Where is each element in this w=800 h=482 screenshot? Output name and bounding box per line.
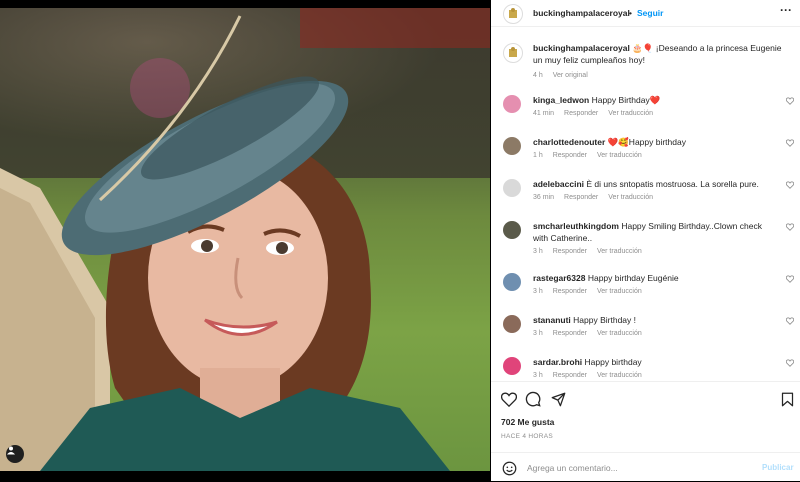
caption-meta: 4 h Ver original [533,71,598,80]
posted-ago: HACE 4 HORAS [501,433,554,440]
comment-username[interactable]: rastegar6328 [533,273,585,283]
comment-avatar[interactable] [503,315,521,333]
comment-text: Happy birthday [584,357,642,367]
comment-row: smcharleuthkingdom Happy Smiling Birthda… [533,220,773,244]
comment-row: stananuti Happy Birthday ! [533,314,773,326]
comment-meta: 36 min Responder Ver traducción [533,193,663,202]
reply-link[interactable]: Responder [553,372,587,379]
comment-time: 3 h [533,288,543,295]
comment-row: charlottedenouter ❤️🥰Happy birthday [533,136,773,148]
crest-icon [509,8,517,18]
reply-link[interactable]: Responder [553,288,587,295]
translate-link[interactable]: Ver traducción [597,248,642,255]
comment-meta: 3 h Responder Ver traducción [533,287,652,296]
comment-like-heart-icon[interactable] [785,181,795,191]
reply-link[interactable]: Responder [553,248,587,255]
save-bookmark-icon[interactable] [778,390,796,408]
comment-input[interactable]: Agrega un comentario... [527,462,618,474]
reply-link[interactable]: Responder [564,194,598,201]
comment-meta: 3 h Responder Ver traducción [533,247,652,256]
comment-like-heart-icon[interactable] [785,139,795,149]
comment-time: 36 min [533,194,555,201]
comment-row: sardar.brohi Happy birthday [533,356,773,368]
comment-time: 41 min [533,110,555,117]
add-comment-bar: Agrega un comentario... Publicar [491,452,800,482]
comment-avatar[interactable] [503,221,521,239]
comment-meta: 41 min Responder Ver traducción [533,109,663,118]
post-header: buckinghampalaceroyal • Seguir ··· [491,0,800,27]
header-username[interactable]: buckinghampalaceroyal [533,7,630,19]
comment-like-heart-icon[interactable] [785,317,795,327]
comment-time: 3 h [533,372,543,379]
comment-time: 3 h [533,330,543,337]
share-send-icon[interactable] [549,390,567,408]
profile-avatar[interactable] [503,4,523,24]
comment-time: 3 h [533,248,543,255]
translate-link[interactable]: Ver traducción [608,110,653,117]
reply-link[interactable]: Responder [553,330,587,337]
comment-row: adelebaccini È di uns sntopatis mostruos… [533,178,773,190]
crest-icon [509,47,517,57]
likes-count[interactable]: 702 Me gusta [501,416,554,428]
comment-text: ❤️🥰Happy birthday [607,137,686,147]
translate-link[interactable]: Ver traducción [597,330,642,337]
comment-time: 1 h [533,152,543,159]
comment-row: rastegar6328 Happy birthday Eugénie [533,272,773,284]
comment-like-heart-icon[interactable] [785,223,795,233]
comment-avatar[interactable] [503,357,521,375]
comment-avatar[interactable] [503,273,521,291]
translate-link[interactable]: Ver traducción [597,152,642,159]
translate-link[interactable]: Ver traducción [608,194,653,201]
comment-text: Happy birthday Eugénie [587,273,679,283]
comment-username[interactable]: adelebaccini [533,179,584,189]
like-heart-icon[interactable] [500,390,518,408]
comment-username[interactable]: sardar.brohi [533,357,582,367]
comment-meta: 3 h Responder Ver traducción [533,329,652,338]
caption-avatar[interactable] [503,43,523,63]
translate-link[interactable]: Ver traducción [597,372,642,379]
emoji-smiley-icon[interactable] [500,459,518,477]
comment-avatar[interactable] [503,95,521,113]
comment-text: È di uns sntopatis mostruosa. La sorella… [586,179,759,189]
comment-avatar[interactable] [503,137,521,155]
comment-text: Happy Birthday ! [573,315,636,325]
comment-meta: 1 h Responder Ver traducción [533,151,652,160]
comment-meta: 3 h Responder Ver traducción [533,371,652,380]
comment-username[interactable]: charlottedenouter [533,137,605,147]
follow-button[interactable]: Seguir [637,7,663,19]
caption-time: 4 h [533,72,543,79]
caption-emoji: 🎂🎈 [632,43,654,53]
post-side-panel: buckinghampalaceroyal • Seguir ··· bucki… [491,0,800,481]
comment-bubble-icon[interactable] [524,390,542,408]
see-original-link[interactable]: Ver original [553,72,588,79]
comment-username[interactable]: smcharleuthkingdom [533,221,619,231]
publish-button[interactable]: Publicar [762,462,794,474]
comment-like-heart-icon[interactable] [785,97,795,107]
comment-like-heart-icon[interactable] [785,275,795,285]
comment-text: Happy Birthday❤️ [591,95,661,105]
comment-avatar[interactable] [503,179,521,197]
comment-username[interactable]: stananuti [533,315,571,325]
post-photo[interactable] [0,8,490,471]
comment-like-heart-icon[interactable] [785,359,795,369]
photo-illustration [0,8,490,471]
reply-link[interactable]: Responder [553,152,587,159]
reply-link[interactable]: Responder [564,110,598,117]
caption: buckinghampalaceroyal 🎂🎈 ¡Deseando a la … [533,42,788,66]
translate-link[interactable]: Ver traducción [597,288,642,295]
comment-row: kinga_ledwon Happy Birthday❤️ [533,94,773,106]
more-horizontal-icon[interactable]: ··· [780,4,792,16]
user-tag-icon[interactable] [6,445,24,463]
caption-username[interactable]: buckinghampalaceroyal [533,43,630,53]
comment-username[interactable]: kinga_ledwon [533,95,589,105]
